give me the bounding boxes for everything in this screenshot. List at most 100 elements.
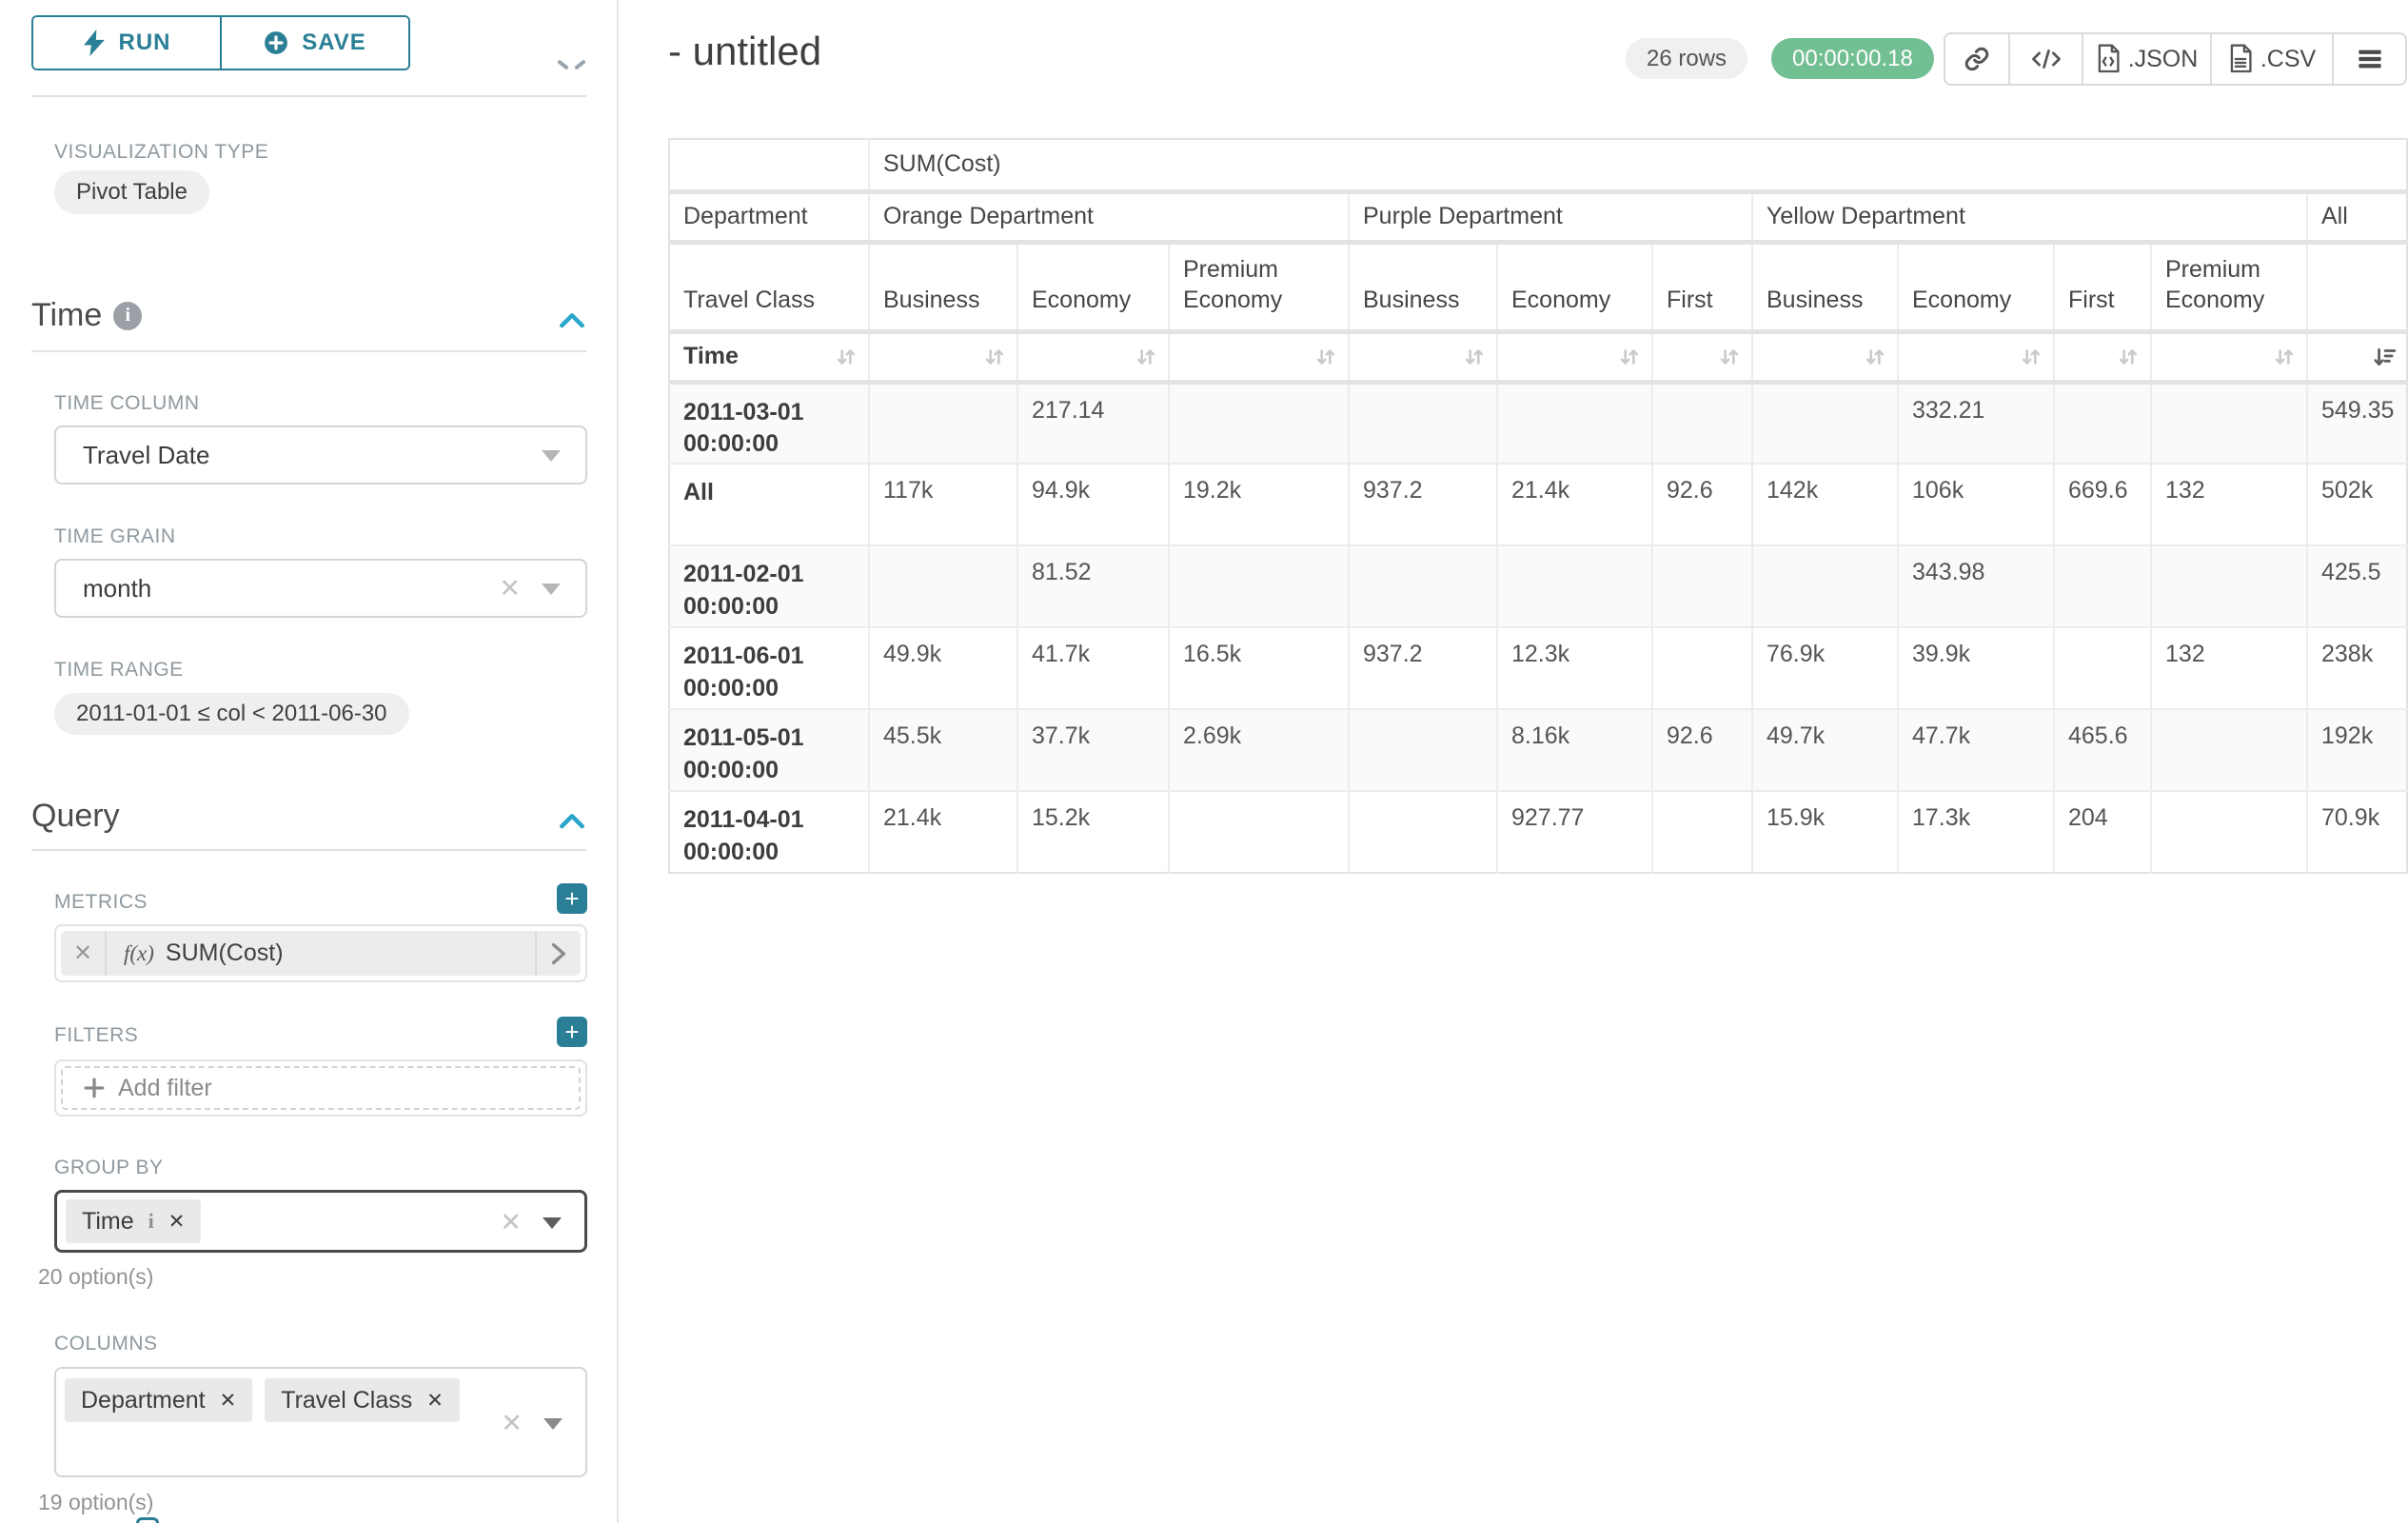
pivot-cell xyxy=(2151,709,2307,791)
column-chip-department[interactable]: Department ✕ xyxy=(65,1378,252,1422)
sort-desc-icon[interactable] xyxy=(2372,345,2397,369)
sort-icon[interactable] xyxy=(1462,345,1487,369)
chip-remove-icon[interactable]: ✕ xyxy=(426,1389,444,1413)
column-chip-travel-class[interactable]: Travel Class ✕ xyxy=(265,1378,460,1422)
pivot-class-header: Economy xyxy=(1497,242,1652,331)
pivot-cell: 19.2k xyxy=(1169,464,1349,545)
add-filter-plus-button[interactable]: + xyxy=(557,1017,587,1047)
sort-icon[interactable] xyxy=(1617,345,1642,369)
pivot-sort-row: Time xyxy=(669,331,2407,382)
metrics-control: ✕ f(x) SUM(Cost) xyxy=(54,924,587,982)
select-clear-icon[interactable]: ✕ xyxy=(501,1411,523,1436)
pivot-cell xyxy=(1752,382,1898,464)
divider xyxy=(31,95,586,97)
chip-remove-icon[interactable]: ✕ xyxy=(220,1389,237,1413)
pivot-cell xyxy=(1752,545,1898,627)
group-by-chip[interactable]: Time i ✕ xyxy=(66,1199,201,1243)
sort-icon[interactable] xyxy=(1863,345,1887,369)
pivot-cell xyxy=(2151,382,2307,464)
select-clear-icon[interactable]: ✕ xyxy=(500,1210,522,1236)
pivot-sort-cell xyxy=(2054,331,2151,382)
pivot-cell xyxy=(1497,545,1652,627)
pivot-cell xyxy=(1652,382,1752,464)
caret-down-icon[interactable] xyxy=(543,1217,562,1229)
pivot-cell xyxy=(2054,627,2151,709)
columns-select[interactable]: Department ✕ Travel Class ✕ ✕ xyxy=(54,1367,587,1477)
caret-down-icon xyxy=(542,450,561,462)
embed-code-button[interactable] xyxy=(2008,34,2082,84)
pivot-cell xyxy=(869,545,1017,627)
pivot-sort-cell xyxy=(1349,331,1497,382)
export-json-button[interactable]: .JSON xyxy=(2082,34,2210,84)
chevron-up-icon[interactable] xyxy=(557,307,587,337)
metrics-label: METRICS xyxy=(54,891,148,914)
pivot-sort-cell xyxy=(869,331,1017,382)
pivot-cell: 2.69k xyxy=(1169,709,1349,791)
pivot-sort-cell xyxy=(2151,331,2307,382)
run-button[interactable]: RUN xyxy=(33,17,220,69)
sort-icon[interactable] xyxy=(1717,345,1742,369)
pivot-cell: 549.35 xyxy=(2307,382,2407,464)
caret-down-icon[interactable] xyxy=(543,1418,563,1430)
sort-icon[interactable] xyxy=(2116,345,2141,369)
sort-icon[interactable] xyxy=(834,345,859,369)
sort-icon[interactable] xyxy=(1134,345,1158,369)
metric-main[interactable]: f(x) SUM(Cost) xyxy=(107,940,535,967)
pivot-sort-cell xyxy=(1652,331,1752,382)
pivot-cell xyxy=(2151,545,2307,627)
pivot-cell: 45.5k xyxy=(869,709,1017,791)
pivot-cell: 343.98 xyxy=(1898,545,2054,627)
metric-chip[interactable]: ✕ f(x) SUM(Cost) xyxy=(61,931,581,976)
time-column-select[interactable]: Travel Date xyxy=(54,425,587,485)
main-content: - untitled 26 rows 00:00:00.18 .JSON .CS… xyxy=(621,0,2408,1523)
chevron-up-icon[interactable] xyxy=(557,807,587,838)
add-filter-button[interactable]: Add filter xyxy=(61,1066,581,1110)
fx-icon: f(x) xyxy=(124,941,154,966)
pivot-cell xyxy=(1169,791,1349,873)
pivot-cell: 217.14 xyxy=(1017,382,1169,464)
metric-expand-button[interactable] xyxy=(535,931,581,976)
chip-info-icon[interactable]: i xyxy=(148,1209,154,1234)
add-metric-button[interactable]: + xyxy=(557,883,587,914)
chip-remove-icon[interactable]: ✕ xyxy=(168,1210,186,1234)
remove-metric-icon[interactable]: ✕ xyxy=(61,931,107,976)
pivot-table: SUM(Cost)DepartmentOrange DepartmentPurp… xyxy=(668,138,2408,874)
group-by-select[interactable]: Time i ✕ ✕ xyxy=(54,1190,587,1253)
time-grain-value: month xyxy=(83,574,151,603)
pivot-cell: 8.16k xyxy=(1497,709,1652,791)
pivot-cell: 204 xyxy=(2054,791,2151,873)
pivot-cell: 92.6 xyxy=(1652,709,1752,791)
save-button[interactable]: SAVE xyxy=(220,17,408,69)
sort-icon[interactable] xyxy=(982,345,1007,369)
pivot-cell xyxy=(2054,545,2151,627)
filters-control: Add filter xyxy=(54,1059,587,1117)
columns-label: COLUMNS xyxy=(54,1333,158,1355)
info-icon[interactable]: i xyxy=(113,302,142,330)
pivot-cell: 332.21 xyxy=(1898,382,2054,464)
pivot-corner-cell xyxy=(669,139,869,191)
sort-icon[interactable] xyxy=(2019,345,2043,369)
group-by-options-count: 20 option(s) xyxy=(38,1264,153,1290)
pivot-sort-cell xyxy=(1169,331,1349,382)
filters-label: FILTERS xyxy=(54,1024,138,1047)
sidebar: Chart Type RUN SAVE VISUALIZATION TYPE P… xyxy=(0,0,619,1523)
viz-type-value[interactable]: Pivot Table xyxy=(54,170,209,214)
time-row-label: Time xyxy=(683,343,739,369)
plus-circle-icon xyxy=(264,30,288,55)
time-grain-select[interactable]: month ✕ xyxy=(54,559,587,618)
pivot-class-header-all xyxy=(2307,242,2407,331)
menu-button[interactable] xyxy=(2332,34,2405,84)
sort-icon[interactable] xyxy=(2272,345,2297,369)
time-column-label: TIME COLUMN xyxy=(54,392,200,415)
add-filter-label: Add filter xyxy=(118,1075,212,1102)
clear-x-icon[interactable]: ✕ xyxy=(499,576,521,602)
time-range-value[interactable]: 2011-01-01 ≤ col < 2011-06-30 xyxy=(54,693,409,735)
pivot-cell: 76.9k xyxy=(1752,627,1898,709)
share-link-button[interactable] xyxy=(1945,34,2008,84)
pivot-sort-cell xyxy=(1898,331,2054,382)
pivot-cell: 425.5 xyxy=(2307,545,2407,627)
pivot-cell: 92.6 xyxy=(1652,464,1752,545)
sort-icon[interactable] xyxy=(1313,345,1338,369)
export-csv-button[interactable]: .CSV xyxy=(2210,34,2332,84)
pivot-cell: 142k xyxy=(1752,464,1898,545)
